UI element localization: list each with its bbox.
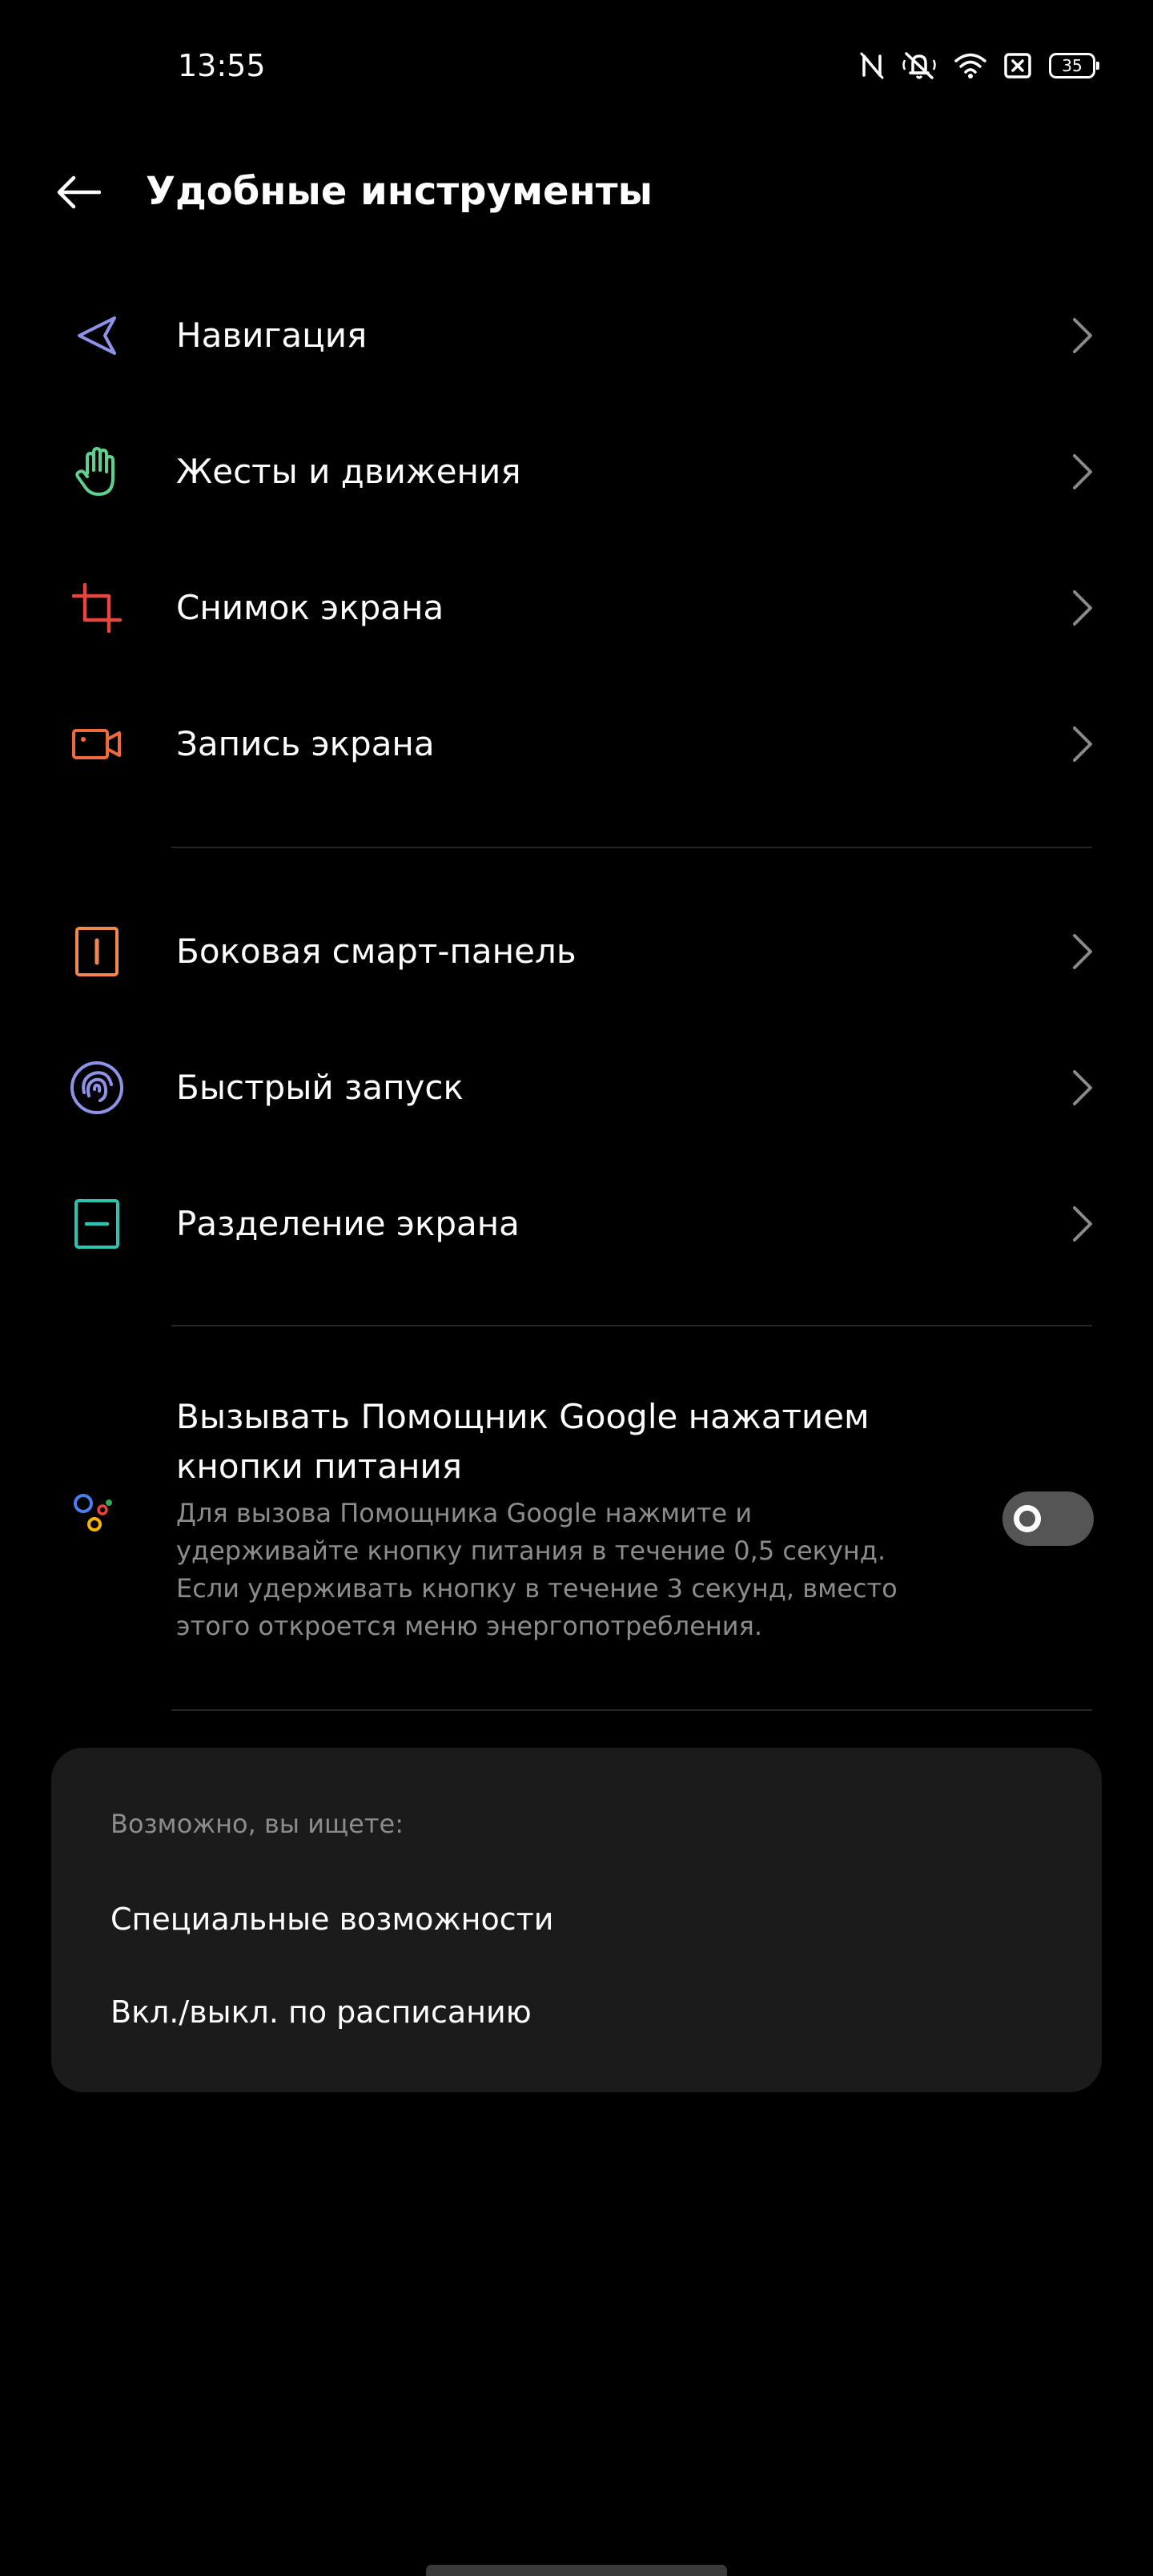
menu-item-label: Разделение экрана: [176, 1204, 520, 1243]
status-time: 13:55: [178, 48, 266, 83]
suggestions-card: Возможно, вы ищете: Специальные возможно…: [51, 1748, 1102, 2092]
menu-item-label: Боковая смарт-панель: [176, 932, 576, 971]
nfc-icon: [860, 52, 884, 79]
chevron-right-icon: [1073, 590, 1092, 626]
mute-icon: [902, 50, 937, 81]
assistant-power-button-setting[interactable]: Вызывать Помощник Google нажатием кнопки…: [0, 1362, 1153, 1682]
menu-item-label: Снимок экрана: [176, 588, 444, 627]
menu-item-screen-recording[interactable]: Запись экрана: [0, 676, 1153, 812]
chevron-right-icon: [1073, 727, 1092, 762]
battery-icon: 35: [1049, 53, 1099, 78]
chevron-right-icon: [1073, 1206, 1092, 1242]
video-camera-icon: [69, 716, 125, 772]
menu-item-split-screen[interactable]: Разделение экрана: [0, 1156, 1153, 1292]
menu-item-navigation[interactable]: Навигация: [0, 268, 1153, 404]
chevron-right-icon: [1073, 318, 1092, 353]
menu-item-gestures[interactable]: Жесты и движения: [0, 404, 1153, 540]
menu-item-label: Быстрый запуск: [176, 1068, 464, 1107]
menu-item-quick-launch[interactable]: Быстрый запуск: [0, 1020, 1153, 1156]
suggestions-heading: Возможно, вы ищете:: [110, 1809, 404, 1839]
menu-item-label: Жесты и движения: [176, 452, 521, 491]
battery-level: 35: [1062, 56, 1083, 75]
chevron-right-icon: [1073, 1070, 1092, 1105]
assistant-setting-title: Вызывать Помощник Google нажатием кнопки…: [176, 1397, 870, 1486]
navigation-arrow-icon: [69, 308, 125, 364]
crop-icon: [69, 580, 125, 636]
suggestion-link-schedule-power[interactable]: Вкл./выкл. по расписанию: [110, 1990, 532, 2035]
sim-no-signal-icon: [1004, 53, 1031, 78]
home-indicator[interactable]: [426, 2565, 727, 2576]
google-assistant-icon: [69, 1486, 125, 1542]
fingerprint-circle-icon: [69, 1060, 125, 1116]
side-panel-icon: [69, 924, 125, 980]
hand-icon: [69, 444, 125, 500]
back-button[interactable]: [48, 162, 109, 223]
section-divider: [171, 847, 1092, 848]
menu-item-smart-sidebar[interactable]: Боковая смарт-панель: [0, 883, 1153, 1020]
section-divider: [171, 1709, 1092, 1711]
wifi-icon: [954, 52, 986, 79]
header: Удобные инструменты: [0, 133, 1153, 250]
assistant-toggle-switch[interactable]: [1002, 1491, 1094, 1546]
menu-item-label: Навигация: [176, 316, 368, 355]
assistant-setting-description: Для вызова Помощника Google нажмите и уд…: [176, 1498, 898, 1641]
menu-item-label: Запись экрана: [176, 724, 435, 763]
status-bar: 13:55 35: [0, 0, 1153, 133]
menu-item-screenshot[interactable]: Снимок экрана: [0, 540, 1153, 676]
arrow-left-icon: [57, 175, 101, 209]
toggle-knob: [1014, 1505, 1041, 1532]
section-divider: [171, 1325, 1092, 1326]
chevron-right-icon: [1073, 934, 1092, 969]
chevron-right-icon: [1073, 454, 1092, 489]
page-title: Удобные инструменты: [146, 169, 653, 214]
status-icons: 35: [860, 46, 1099, 85]
suggestion-link-accessibility[interactable]: Специальные возможности: [110, 1897, 553, 1942]
split-screen-icon: [69, 1196, 125, 1252]
